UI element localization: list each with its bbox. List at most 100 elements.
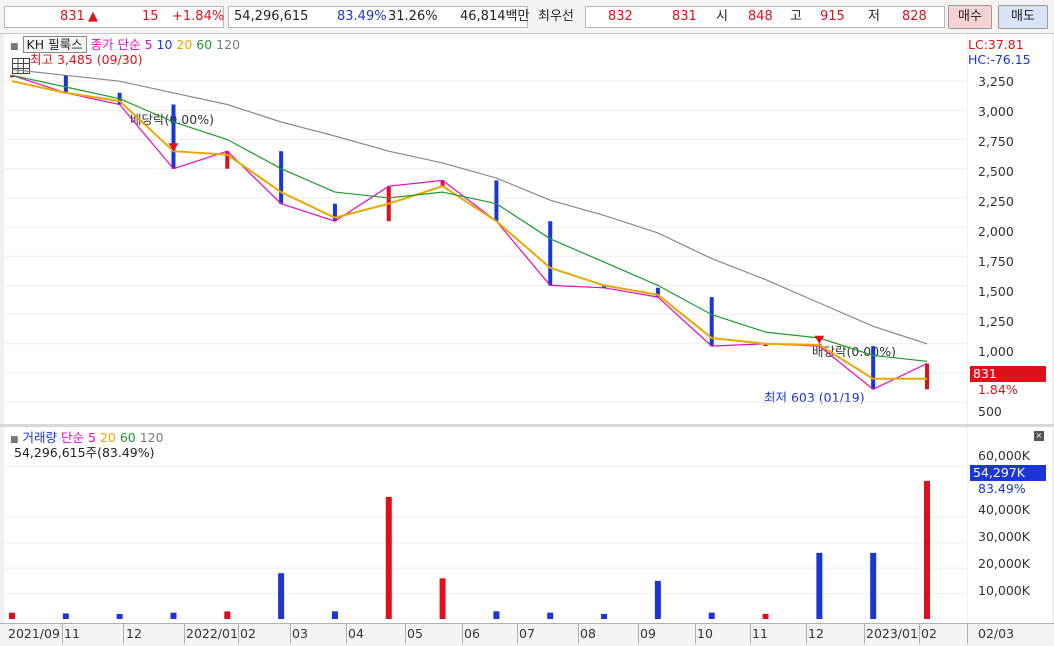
x-tick: 2023/01 bbox=[866, 626, 918, 641]
volume-tick: 10,000K bbox=[978, 583, 1030, 598]
volume-bar bbox=[708, 612, 715, 619]
volume-bar bbox=[224, 611, 231, 619]
volume-bar bbox=[9, 612, 15, 619]
x-tick: 11 bbox=[752, 626, 768, 641]
up-arrow-icon: ▲ bbox=[88, 9, 98, 24]
volume-bar bbox=[654, 580, 661, 619]
price-tick: 500 bbox=[978, 404, 1002, 419]
volume-bar bbox=[385, 496, 392, 619]
x-tick-separator bbox=[750, 624, 751, 644]
price-tick: 2,750 bbox=[978, 134, 1014, 149]
price-tick: 1,500 bbox=[978, 284, 1014, 299]
volume-bar bbox=[62, 613, 69, 619]
x-tick: 12 bbox=[126, 626, 142, 641]
hc-label: HC:-76.15 bbox=[968, 52, 1031, 67]
x-tick: 12 bbox=[808, 626, 824, 641]
price-candle bbox=[171, 104, 176, 169]
x-tick: 07 bbox=[519, 626, 535, 641]
price-candle bbox=[925, 363, 929, 390]
low-label: 저 bbox=[868, 9, 880, 24]
dividend-marker-icon bbox=[814, 335, 825, 344]
x-tick: 02 bbox=[240, 626, 256, 641]
x-tick: 2022/01 bbox=[186, 626, 238, 641]
price-candle bbox=[494, 180, 499, 222]
volume-bar bbox=[816, 552, 823, 619]
price-tick: 3,250 bbox=[978, 74, 1014, 89]
x-tick-separator bbox=[405, 624, 406, 644]
price-series-line bbox=[11, 74, 928, 391]
x-tick-separator bbox=[806, 624, 807, 644]
x-tick: 06 bbox=[464, 626, 480, 641]
best-bid: 831 bbox=[672, 9, 697, 24]
volume-tick: 30,000K bbox=[978, 529, 1030, 544]
x-tick-separator bbox=[695, 624, 696, 644]
volume-bar bbox=[601, 613, 608, 619]
x-tick-separator bbox=[517, 624, 518, 644]
open-value: 848 bbox=[748, 9, 773, 24]
lc-label: LC:37.81 bbox=[968, 37, 1024, 52]
low-value: 828 bbox=[902, 9, 927, 24]
volume-bar bbox=[116, 613, 123, 619]
close-icon[interactable]: × bbox=[1034, 431, 1044, 441]
high-value: 915 bbox=[820, 9, 845, 24]
open-label: 시 bbox=[716, 9, 728, 24]
x-tick-separator bbox=[462, 624, 463, 644]
x-tick-separator bbox=[864, 624, 865, 644]
price-candle bbox=[871, 346, 876, 390]
volume-bar bbox=[331, 611, 338, 619]
x-tick: 2021/09 bbox=[8, 626, 60, 641]
price-tick: 2,500 bbox=[978, 164, 1014, 179]
x-tick-separator bbox=[238, 624, 239, 644]
x-tick: 08 bbox=[580, 626, 596, 641]
best-ask: 832 bbox=[608, 9, 633, 24]
volume-bar bbox=[170, 612, 177, 619]
x-tick: 03 bbox=[292, 626, 308, 641]
buy-button[interactable]: 매수 bbox=[948, 5, 992, 29]
turnover-ratio: 31.26% bbox=[388, 9, 438, 24]
price-plot bbox=[4, 68, 967, 403]
sell-button[interactable]: 매도 bbox=[998, 5, 1048, 29]
x-tick-separator bbox=[919, 624, 920, 644]
volume-tick: 20,000K bbox=[978, 556, 1030, 571]
x-tick: 11 bbox=[64, 626, 80, 641]
current-volume-tag: 54,297K bbox=[970, 465, 1046, 481]
price-candle bbox=[63, 75, 68, 93]
volume-plot bbox=[4, 465, 967, 619]
current-price: 831 bbox=[60, 9, 85, 24]
x-tick: 04 bbox=[348, 626, 364, 641]
price-candle bbox=[279, 151, 284, 204]
quote-bar: 831 ▲ 15 +1.84% 54,296,615 83.49% 31.26%… bbox=[0, 0, 1054, 34]
price-tick: 2,250 bbox=[978, 194, 1014, 209]
price-change: 15 bbox=[142, 9, 159, 24]
price-tick: 2,000 bbox=[978, 224, 1014, 239]
volume-bar bbox=[493, 611, 500, 619]
x-tick-separator bbox=[184, 624, 185, 644]
price-tick: 3,000 bbox=[978, 104, 1014, 119]
x-tick: 02 bbox=[921, 626, 937, 641]
x-tick: 09 bbox=[640, 626, 656, 641]
volume-ratio: 83.49% bbox=[337, 9, 387, 24]
high-label: 고 bbox=[790, 9, 802, 24]
price-series-line bbox=[11, 74, 928, 362]
volume-bar bbox=[547, 612, 554, 619]
x-tick-separator bbox=[967, 624, 968, 644]
price-change-pct: +1.84% bbox=[172, 9, 225, 24]
price-tick: 1,000 bbox=[978, 344, 1014, 359]
x-tick: 05 bbox=[407, 626, 423, 641]
price-tick: 1,750 bbox=[978, 254, 1014, 269]
volume-tick: 60,000K bbox=[978, 448, 1030, 463]
x-tick-separator bbox=[346, 624, 347, 644]
volume-bar bbox=[870, 552, 877, 619]
x-tick-separator bbox=[638, 624, 639, 644]
current-pct-tag: 1.84% bbox=[978, 382, 1018, 397]
volume-bar bbox=[439, 578, 446, 619]
trade-amount: 46,814백만 bbox=[460, 9, 530, 24]
x-tick-separator bbox=[123, 624, 124, 644]
current-price-tag: 831 bbox=[970, 366, 1046, 382]
x-tick-separator bbox=[578, 624, 579, 644]
x-tick: 02/03 bbox=[978, 626, 1015, 641]
volume-bar bbox=[762, 613, 769, 619]
volume-bar bbox=[924, 480, 930, 619]
price-candle bbox=[548, 221, 553, 286]
volume-bar bbox=[278, 573, 285, 619]
